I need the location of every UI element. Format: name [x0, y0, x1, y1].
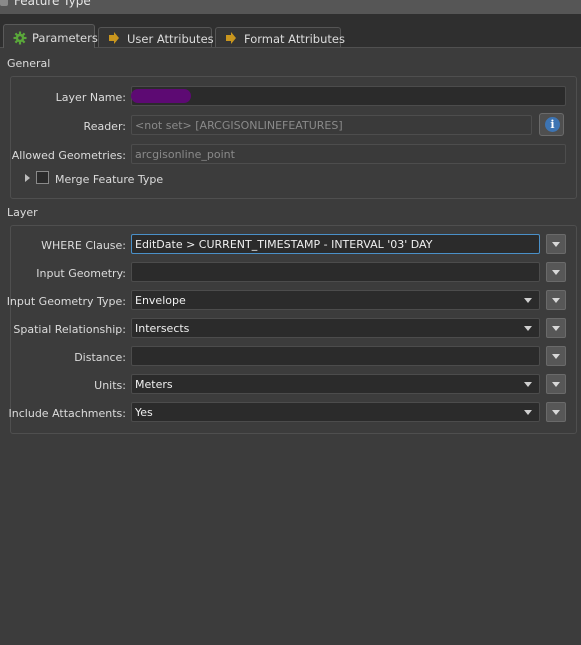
input-geometry-menu-button[interactable] — [546, 262, 566, 282]
chevron-down-icon — [552, 410, 560, 415]
layer-section-header: Layer — [7, 206, 38, 219]
include-attachments-menu-button[interactable] — [546, 402, 566, 422]
reader-label: Reader: — [83, 120, 126, 133]
tab-label: Parameters — [32, 31, 98, 45]
distance-label: Distance: — [74, 351, 126, 364]
tab-parameters[interactable]: Parameters — [3, 24, 98, 48]
where-clause-field[interactable]: EditDate > CURRENT_TIMESTAMP - INTERVAL … — [131, 234, 540, 254]
info-icon: i — [545, 117, 560, 132]
chevron-down-icon — [552, 382, 560, 387]
spatial-relationship-value: Intersects — [135, 322, 190, 335]
gear-icon — [13, 31, 27, 48]
general-section-header: General — [7, 57, 51, 70]
expand-arrow-icon[interactable] — [25, 174, 30, 182]
spatial-relationship-select[interactable]: Intersects — [131, 318, 540, 338]
units-value: Meters — [135, 378, 173, 391]
tab-format-attributes[interactable]: Format Attributes — [215, 27, 345, 47]
spatial-relationship-menu-button[interactable] — [546, 318, 566, 338]
spatial-relationship-label: Spatial Relationship: — [13, 323, 126, 336]
dropdown-arrow-icon — [524, 410, 532, 415]
where-clause-label: WHERE Clause: — [41, 239, 126, 252]
where-clause-menu-button[interactable] — [546, 234, 566, 254]
input-geometry-type-select[interactable]: Envelope — [131, 290, 540, 310]
window-title: Feature Type — [14, 0, 91, 8]
dropdown-arrow-icon — [524, 298, 532, 303]
units-select[interactable]: Meters — [131, 374, 540, 394]
allowed-geometries-field: arcgisonline_point — [131, 144, 566, 164]
allowed-geometries-label: Allowed Geometries: — [11, 149, 126, 162]
redacted-layer-name — [131, 89, 191, 103]
units-label: Units: — [94, 379, 126, 392]
input-geometry-field[interactable] — [131, 262, 540, 282]
dropdown-arrow-icon — [524, 326, 532, 331]
tab-label: User Attributes — [127, 32, 214, 46]
include-attachments-value: Yes — [135, 406, 153, 419]
input-geometry-type-value: Envelope — [135, 294, 186, 307]
merge-feature-type-checkbox[interactable] — [36, 171, 49, 184]
arrow-icon — [108, 32, 120, 47]
chevron-down-icon — [552, 242, 560, 247]
reader-info-button[interactable]: i — [539, 113, 564, 136]
window-title-bar: Feature Type — [0, 0, 581, 14]
chevron-down-icon — [552, 354, 560, 359]
input-geometry-type-menu-button[interactable] — [546, 290, 566, 310]
tab-label: Format Attributes — [244, 32, 345, 46]
distance-field[interactable] — [131, 346, 540, 366]
units-menu-button[interactable] — [546, 374, 566, 394]
chevron-down-icon — [552, 326, 560, 331]
chevron-down-icon — [552, 270, 560, 275]
merge-feature-type-label: Merge Feature Type — [55, 173, 164, 186]
input-geometry-type-label: Input Geometry Type: — [6, 295, 126, 308]
include-attachments-label: Include Attachments: — [8, 407, 126, 420]
include-attachments-select[interactable]: Yes — [131, 402, 540, 422]
tab-user-attributes[interactable]: User Attributes — [98, 27, 214, 47]
reader-field: <not set> [ARCGISONLINEFEATURES] — [131, 115, 532, 135]
distance-menu-button[interactable] — [546, 346, 566, 366]
layer-name-field[interactable] — [131, 86, 566, 106]
dropdown-arrow-icon — [524, 382, 532, 387]
chevron-down-icon — [552, 298, 560, 303]
arrow-icon — [225, 32, 237, 47]
input-geometry-label: Input Geometry: — [36, 267, 126, 280]
layer-name-label: Layer Name: — [55, 91, 126, 104]
app-icon — [0, 0, 8, 6]
